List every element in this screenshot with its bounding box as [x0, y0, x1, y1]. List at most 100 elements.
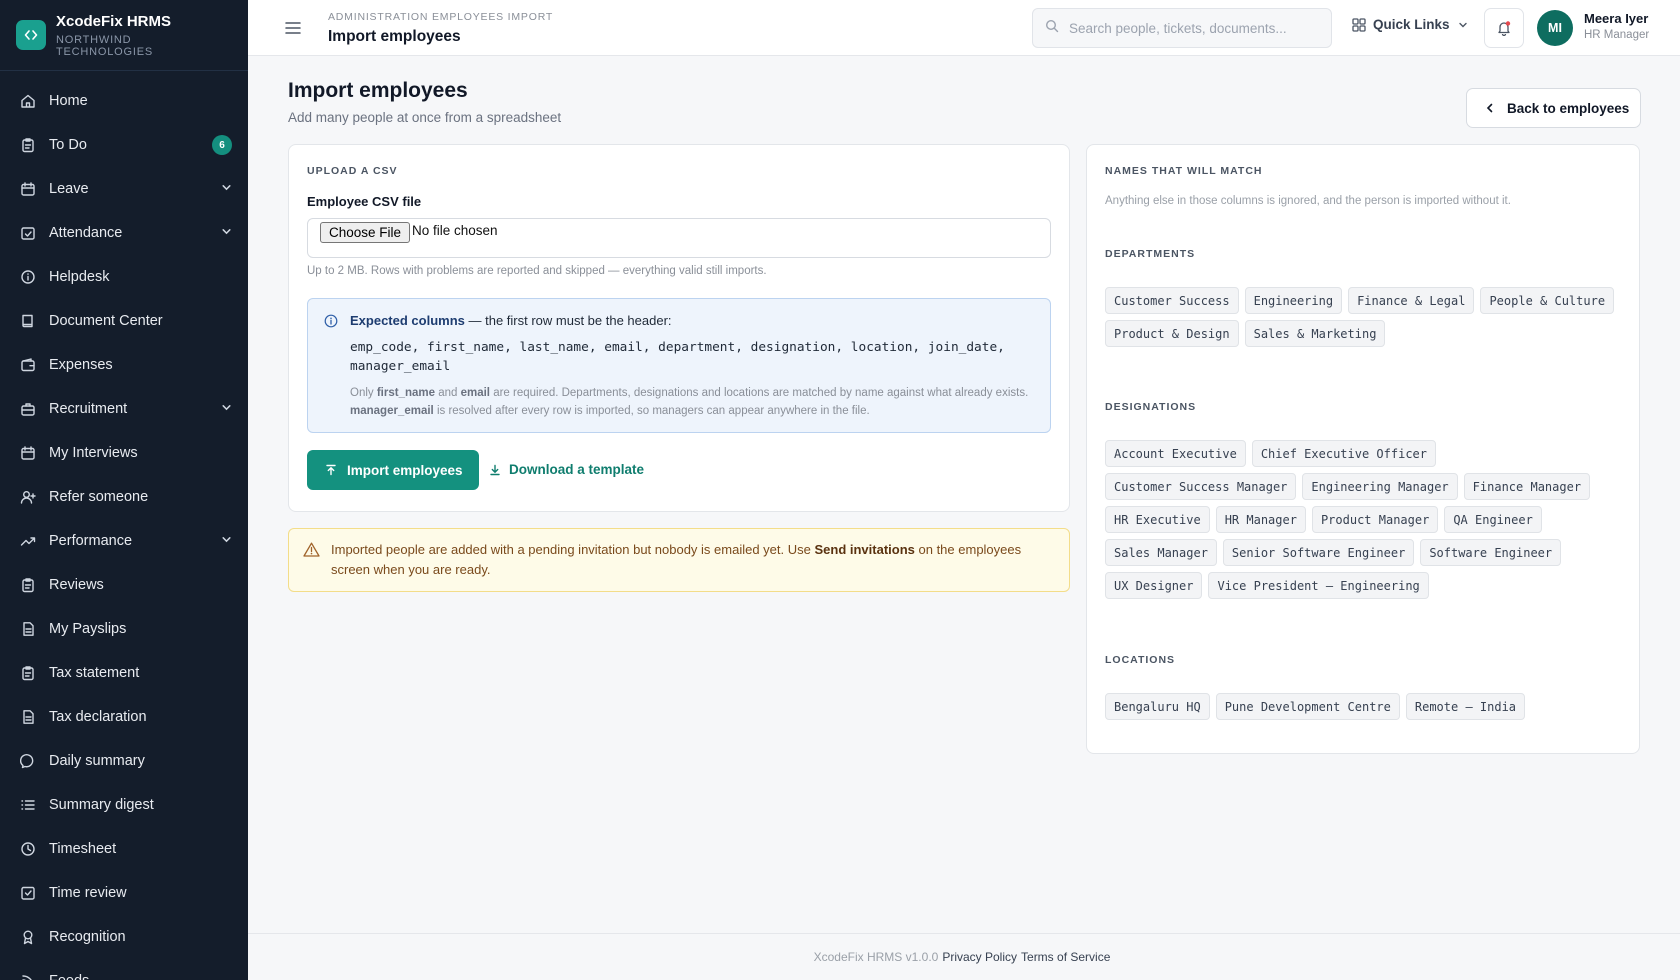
back-to-employees-button[interactable]: Back to employees — [1466, 88, 1641, 128]
page-subtitle: Add many people at once from a spreadshe… — [288, 110, 562, 125]
designation-chip: Customer Success Manager — [1105, 473, 1297, 500]
departments-label: DEPARTMENTS — [1105, 248, 1196, 260]
chevron-left-icon — [1486, 103, 1493, 113]
sidebar-item-daily-summary[interactable]: Daily summary — [0, 739, 248, 783]
csv-field-label: Employee CSV file — [307, 194, 422, 209]
menu-toggle-icon[interactable] — [284, 19, 302, 37]
sidebar-item-performance[interactable]: Performance — [0, 519, 248, 563]
send-invitations-ref: Send invitations — [814, 542, 915, 557]
designation-chip: Software Engineer — [1420, 539, 1562, 566]
sidebar-item-attendance[interactable]: Attendance — [0, 211, 248, 255]
department-chip: Customer Success — [1105, 287, 1239, 314]
sidebar-item-label: To Do — [49, 137, 87, 153]
info-circle-icon — [20, 269, 36, 285]
sidebar-item-helpdesk[interactable]: Helpdesk — [0, 255, 248, 299]
note-g: is resolved after every row is imported,… — [433, 405, 870, 417]
sidebar-item-expenses[interactable]: Expenses — [0, 343, 248, 387]
csv-file-input[interactable]: Choose File No file chosen — [307, 218, 1051, 258]
sidebar-item-recruitment[interactable]: Recruitment — [0, 387, 248, 431]
sidebar-item-label: Document Center — [49, 313, 163, 329]
file-icon — [20, 621, 36, 637]
expected-columns-callout: Expected columns — the first row must be… — [307, 298, 1051, 433]
sidebar-item-to-do[interactable]: To Do 6 — [0, 123, 248, 167]
chevron-down-icon[interactable] — [221, 181, 232, 197]
sidebar-item-reviews[interactable]: Reviews — [0, 563, 248, 607]
app-name: XcodeFix HRMS — [55, 12, 172, 30]
sidebar-item-label: Reviews — [49, 577, 104, 593]
designations-chips: Account Executive Chief Executive Officer… — [1105, 440, 1625, 599]
designation-chip: Sales Manager — [1105, 539, 1217, 566]
privacy-policy-link[interactable]: Privacy Policy — [942, 950, 1017, 964]
locations-chips: Bengaluru HQ Pune Development Centre Remot… — [1105, 693, 1625, 720]
terms-of-service-link[interactable]: Terms of Service — [1021, 950, 1110, 964]
chevron-down-icon[interactable] — [221, 401, 232, 417]
todo-count-badge: 6 — [212, 135, 232, 155]
sidebar-item-summary-digest[interactable]: Summary digest — [0, 783, 248, 827]
chat-icon — [20, 753, 36, 769]
sidebar-item-label: Expenses — [49, 357, 113, 373]
sidebar-item-label: Tax statement — [49, 665, 140, 681]
download-template-link[interactable]: Download a template — [489, 462, 644, 477]
matches-section-title: NAMES THAT WILL MATCH — [1105, 165, 1263, 177]
note-e: are required. Departments, designations … — [490, 387, 1029, 399]
sidebar-item-label: Feeds — [49, 973, 232, 980]
sidebar-item-document-center[interactable]: Document Center — [0, 299, 248, 343]
upload-card: UPLOAD A CSV Employee CSV file Choose Fi… — [288, 144, 1070, 512]
home-icon — [20, 93, 36, 109]
designation-chip: Engineering Manager — [1302, 473, 1458, 500]
expected-columns-heading: Expected columns — the first row must be… — [350, 313, 672, 328]
location-chip: Bengaluru HQ — [1105, 693, 1210, 720]
designation-chip: UX Designer — [1105, 572, 1203, 599]
sidebar-nav: Home To Do 6 Leave Attendance Helpdesk Documen… — [0, 71, 248, 980]
sidebar-item-time-review[interactable]: Time review — [0, 871, 248, 915]
check-square-icon — [20, 885, 36, 901]
sidebar-item-recognition[interactable]: Recognition — [0, 915, 248, 959]
sidebar-item-home[interactable]: Home — [0, 79, 248, 123]
import-employees-button[interactable]: Import employees — [307, 450, 479, 490]
footer-version: XcodeFix HRMS v1.0.0 — [813, 950, 939, 964]
avatar[interactable]: MI — [1537, 10, 1573, 46]
sidebar-item-tax-declaration[interactable]: Tax declaration — [0, 695, 248, 739]
warning-text: Imported people are added with a pending… — [331, 540, 1051, 580]
upload-section-title: UPLOAD A CSV — [307, 165, 398, 177]
sidebar-item-feeds[interactable]: Feeds — [0, 959, 248, 980]
choose-file-button[interactable]: Choose File — [320, 222, 411, 243]
search-input[interactable]: Search people, tickets, documents... — [1032, 8, 1332, 48]
quick-links-button[interactable]: Quick Links — [1352, 17, 1475, 32]
sidebar-item-my-payslips[interactable]: My Payslips — [0, 607, 248, 651]
chevron-down-icon[interactable] — [221, 533, 232, 549]
download-icon — [490, 464, 500, 475]
sidebar-item-leave[interactable]: Leave — [0, 167, 248, 211]
user-name[interactable]: Meera Iyer — [1584, 11, 1648, 26]
file-icon — [20, 709, 36, 725]
expected-columns-title: Expected columns — [350, 313, 465, 328]
clipboard-icon — [20, 665, 36, 681]
sidebar-item-label: Daily summary — [49, 753, 145, 769]
search-placeholder: Search people, tickets, documents... — [1069, 20, 1287, 36]
columns-line-2: manager_email — [350, 359, 451, 374]
no-file-text: No file chosen — [412, 223, 498, 238]
notifications-bell-icon[interactable] — [1484, 8, 1524, 48]
sidebar-item-label: Refer someone — [49, 489, 149, 505]
info-circle-icon — [324, 314, 338, 333]
designation-chip: Vice President — Engineering — [1208, 572, 1429, 599]
note-b: first_name — [376, 387, 436, 399]
department-chip: Engineering — [1244, 287, 1343, 314]
sidebar-item-my-interviews[interactable]: My Interviews — [0, 431, 248, 475]
chevron-down-icon[interactable] — [221, 225, 232, 241]
sidebar-item-refer-someone[interactable]: Refer someone — [0, 475, 248, 519]
designation-chip: QA Engineer — [1444, 506, 1542, 533]
warning-text-a: Imported people are added with a pending… — [331, 542, 815, 557]
sidebar-item-tax-statement[interactable]: Tax statement — [0, 651, 248, 695]
sidebar-item-label: Summary digest — [49, 797, 154, 813]
breadcrumb: ADMINISTRATION EMPLOYEES IMPORT — [328, 11, 554, 23]
back-label: Back to employees — [1507, 100, 1630, 116]
matches-card: NAMES THAT WILL MATCH Anything else in t… — [1086, 144, 1640, 754]
department-chip: Sales & Marketing — [1244, 320, 1386, 347]
topbar-title: Import employees — [328, 28, 461, 45]
brand[interactable]: XcodeFix HRMS NORTHWIND TECHNOLOGIES — [0, 0, 248, 71]
clipboard-icon — [20, 577, 36, 593]
sidebar-item-timesheet[interactable]: Timesheet — [0, 827, 248, 871]
sidebar-item-label: Recruitment — [49, 401, 128, 417]
sidebar-item-label: Timesheet — [49, 841, 117, 857]
